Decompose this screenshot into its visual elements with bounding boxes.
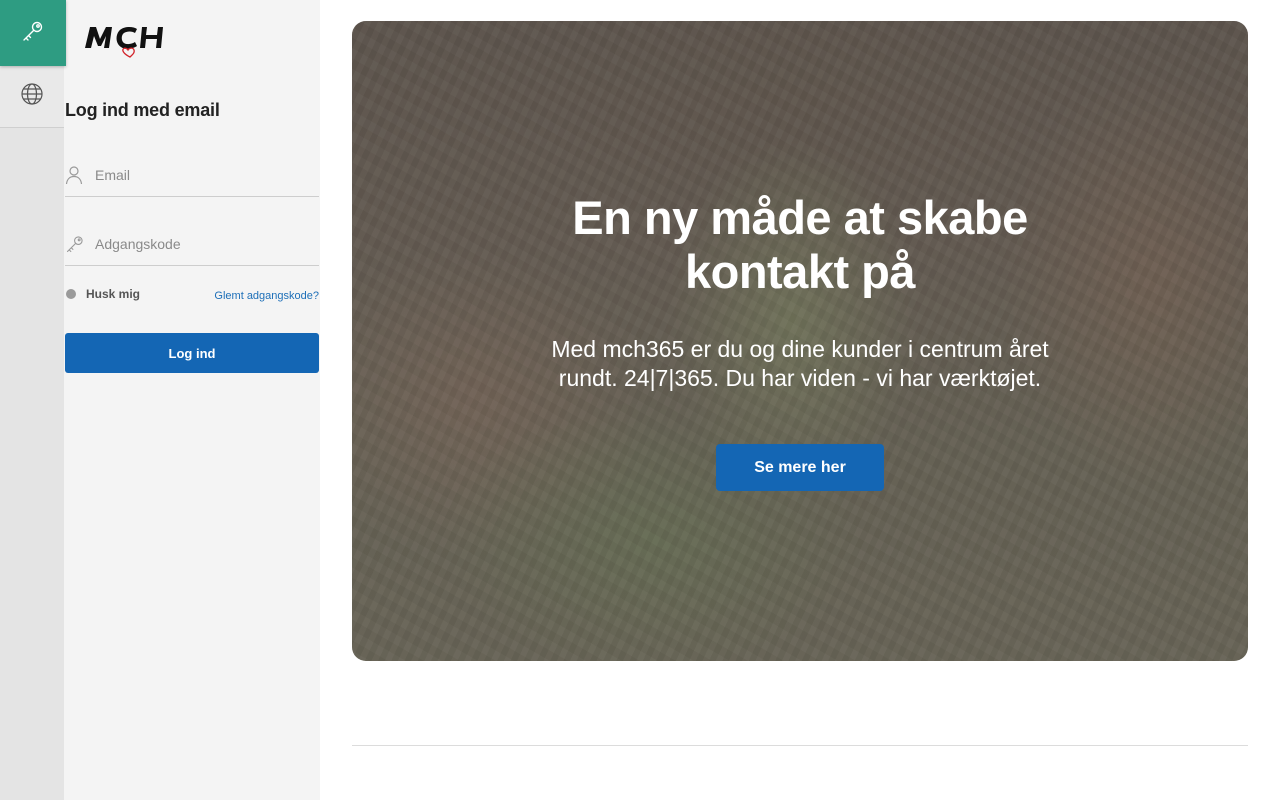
- see-more-button[interactable]: Se mere her: [716, 444, 884, 491]
- password-field: [65, 222, 319, 266]
- login-heading: Log ind med email: [65, 100, 220, 120]
- side-rail: [0, 0, 66, 800]
- login-panel: Log ind med email Husk mig Glemt adgangs…: [64, 0, 320, 800]
- hero-title-line2: kontakt på: [684, 245, 916, 298]
- email-field: [65, 153, 319, 197]
- login-button[interactable]: Log ind: [65, 333, 319, 373]
- content-divider: [352, 745, 1248, 746]
- remember-me-label: Husk mig: [86, 287, 141, 301]
- forgot-password-link[interactable]: Glemt adgangskode?: [214, 290, 319, 302]
- rail-language-button[interactable]: [0, 66, 64, 128]
- globe-icon: [20, 82, 44, 111]
- user-icon: [65, 160, 95, 190]
- key-icon: [65, 229, 95, 259]
- hero-title-line1: En ny måde at skabe: [572, 191, 1028, 244]
- hero-title: En ny måde at skabe kontakt på: [352, 191, 1248, 299]
- password-input[interactable]: [95, 235, 305, 252]
- email-input[interactable]: [95, 166, 305, 183]
- mch-logo[interactable]: [85, 22, 181, 60]
- hero-text: Med mch365 er du og dine kunder i centru…: [551, 336, 1049, 391]
- hero-banner: En ny måde at skabe kontakt på Med mch36…: [352, 21, 1248, 661]
- key-icon: [21, 19, 45, 48]
- remember-me-toggle[interactable]: Husk mig: [65, 287, 140, 301]
- remember-me-radio[interactable]: [66, 289, 76, 299]
- rail-login-button[interactable]: [0, 0, 66, 66]
